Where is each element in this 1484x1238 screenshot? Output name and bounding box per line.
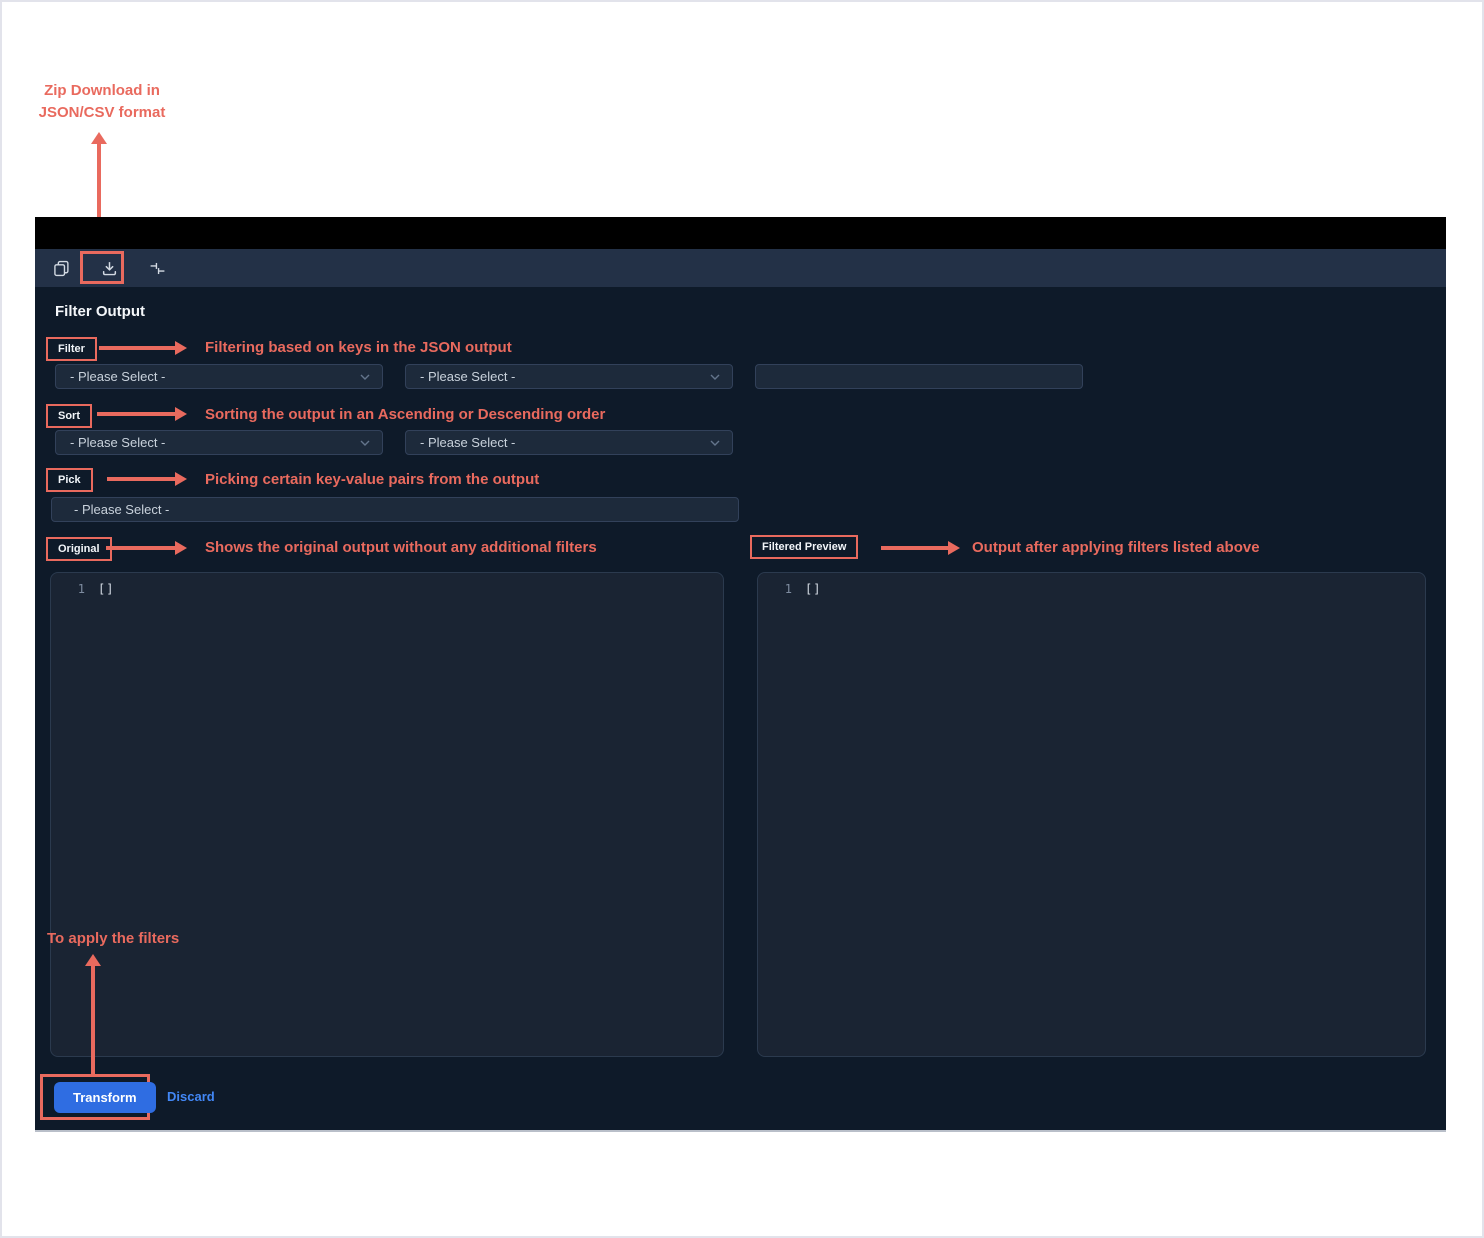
filter-output-panel: Filter Output Filter Filtering based on …	[35, 217, 1446, 1132]
filter-key-select-value: - Please Select -	[70, 369, 360, 384]
zip-download-annotation-line1: Zip Download in	[22, 80, 182, 102]
original-editor[interactable]: 1 []	[50, 572, 724, 1057]
collapse-icon	[149, 260, 166, 277]
chevron-down-icon	[710, 440, 720, 446]
copy-button[interactable]	[49, 256, 73, 280]
pick-annotation: Picking certain key-value pairs from the…	[205, 469, 539, 491]
zip-download-annotation-line2: JSON/CSV format	[22, 102, 182, 124]
toolbar	[35, 249, 1446, 287]
filter-label: Filter	[46, 337, 97, 361]
filtered-preview-label: Filtered Preview	[750, 535, 858, 559]
zip-download-annotation: Zip Download in JSON/CSV format	[22, 80, 182, 124]
filtered-preview-annotation: Output after applying filters listed abo…	[972, 537, 1260, 559]
chevron-down-icon	[360, 440, 370, 446]
code-content: []	[805, 582, 821, 596]
page: Zip Download in JSON/CSV format	[0, 0, 1484, 1238]
annotation-arrow-right-filter	[99, 341, 187, 355]
discard-link[interactable]: Discard	[167, 1089, 215, 1104]
sort-key-select-value: - Please Select -	[70, 435, 360, 450]
chevron-down-icon	[710, 374, 720, 380]
annotation-arrow-up-transform	[85, 954, 101, 1074]
filtered-preview-editor[interactable]: 1 []	[757, 572, 1426, 1057]
code-content: []	[98, 582, 114, 596]
window-top-bar	[35, 217, 1446, 249]
original-label: Original	[46, 537, 112, 561]
filter-operator-select[interactable]: - Please Select -	[405, 364, 733, 389]
sort-label: Sort	[46, 404, 92, 428]
chevron-down-icon	[360, 374, 370, 380]
original-annotation: Shows the original output without any ad…	[205, 537, 597, 559]
annotation-arrow-right-sort	[97, 407, 187, 421]
page-title: Filter Output	[55, 303, 145, 320]
annotation-arrow-right-filtered-preview	[881, 541, 960, 555]
pick-select[interactable]: - Please Select -	[51, 497, 739, 522]
filter-annotation: Filtering based on keys in the JSON outp…	[205, 337, 512, 359]
code-line: 1 []	[51, 573, 723, 596]
line-number: 1	[758, 582, 792, 596]
copy-icon	[53, 260, 70, 277]
filter-operator-select-value: - Please Select -	[420, 369, 710, 384]
transform-button[interactable]: Transform	[54, 1082, 156, 1113]
pick-label: Pick	[46, 468, 93, 492]
sort-key-select[interactable]: - Please Select -	[55, 430, 383, 455]
collapse-button[interactable]	[145, 256, 169, 280]
line-number: 1	[51, 582, 85, 596]
sort-order-select[interactable]: - Please Select -	[405, 430, 733, 455]
filter-key-select[interactable]: - Please Select -	[55, 364, 383, 389]
panel-bottom-edge	[35, 1130, 1446, 1132]
code-line: 1 []	[758, 573, 1425, 596]
annotation-arrow-right-original	[106, 541, 187, 555]
sort-annotation: Sorting the output in an Ascending or De…	[205, 404, 605, 426]
sort-order-select-value: - Please Select -	[420, 435, 710, 450]
pick-select-value: - Please Select -	[74, 502, 726, 517]
download-highlight-box	[80, 251, 124, 284]
filter-value-input[interactable]	[755, 364, 1083, 389]
apply-annotation: To apply the filters	[47, 928, 179, 950]
annotation-arrow-right-pick	[107, 472, 187, 486]
